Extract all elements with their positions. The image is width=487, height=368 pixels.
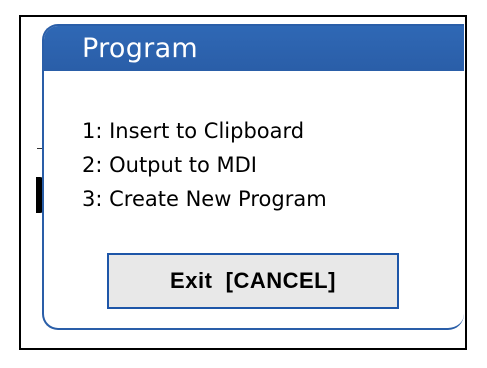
option-list: 1: Insert to Clipboard 2: Output to MDI …	[82, 114, 327, 216]
dialog-header: Program	[44, 26, 464, 71]
program-dialog: Program 1: Insert to Clipboard 2: Output…	[42, 24, 464, 330]
dialog-title: Program	[82, 33, 199, 64]
exit-button-label: Exit [CANCEL]	[170, 268, 336, 293]
option-output-to-mdi[interactable]: 2: Output to MDI	[82, 148, 327, 182]
exit-cancel-button[interactable]: Exit [CANCEL]	[107, 253, 399, 309]
option-create-new-program[interactable]: 3: Create New Program	[82, 182, 327, 216]
option-insert-to-clipboard[interactable]: 1: Insert to Clipboard	[82, 114, 327, 148]
